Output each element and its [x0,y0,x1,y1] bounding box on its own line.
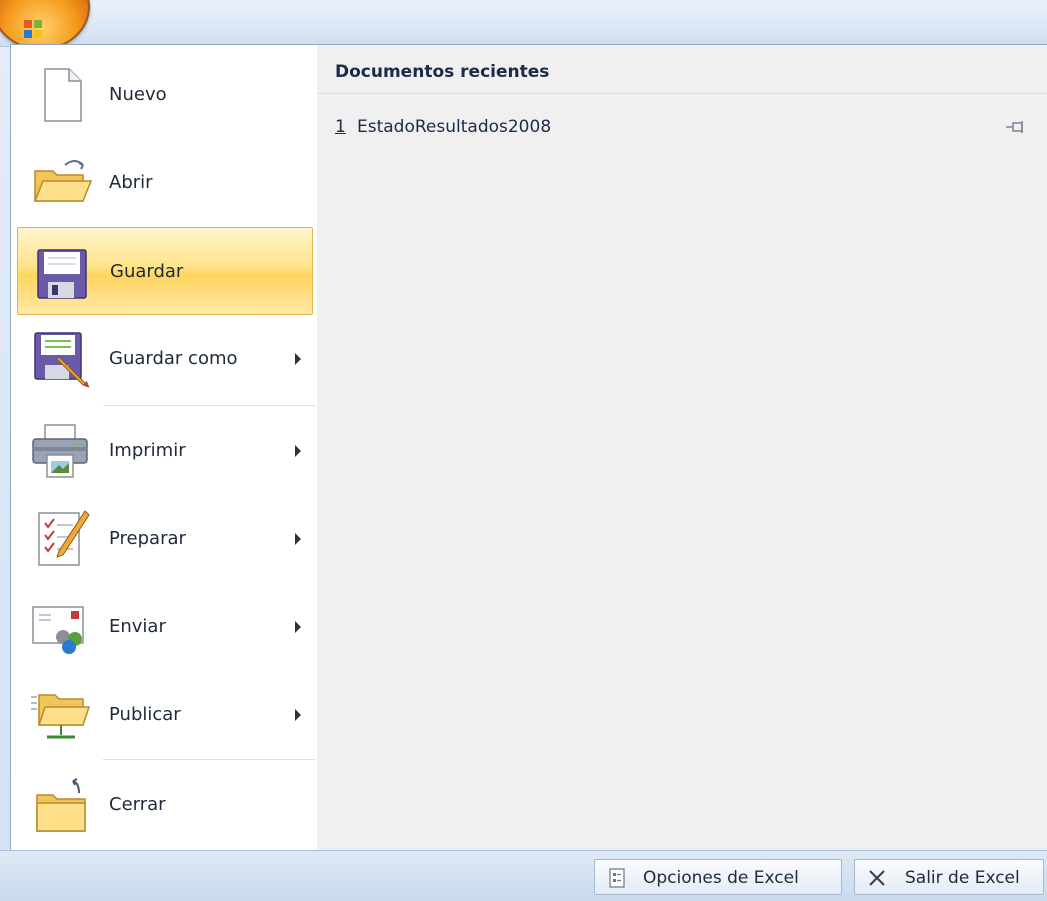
open-folder-icon [33,160,93,202]
menu-item-label: Abrir [109,172,153,193]
menu-item-label: Imprimir [109,440,186,461]
menu-item-nuevo[interactable]: Nuevo [17,51,313,139]
excel-options-button[interactable]: Opciones de Excel [594,859,842,895]
menu-item-guardar-como[interactable]: Guardar como [17,315,313,403]
exit-excel-button[interactable]: Salir de Excel [854,859,1044,895]
menu-footer-bar: Opciones de Excel Salir de Excel [0,850,1047,901]
menu-item-imprimir[interactable]: Imprimir [17,407,313,495]
recent-documents-header: Documentos recientes [317,45,1047,94]
new-document-icon [44,68,82,122]
menu-item-label: Nuevo [109,84,167,105]
menu-separator [103,759,315,760]
menu-item-guardar[interactable]: Guardar [17,227,313,315]
close-folder-icon [36,778,86,832]
menu-commands-pane: Nuevo Abrir Guardar Guardar como Imprimi… [11,45,318,851]
submenu-arrow-icon [295,621,301,633]
prepare-document-icon [38,510,90,566]
menu-item-abrir[interactable]: Abrir [17,139,313,227]
office-logo-icon [24,20,42,38]
submenu-arrow-icon [295,533,301,545]
menu-item-enviar[interactable]: Enviar [17,583,313,671]
recent-document-number: 1 [335,117,346,137]
menu-separator [103,405,315,406]
pin-icon[interactable] [1005,119,1027,135]
title-strip [0,0,1047,47]
menu-item-label: Cerrar [109,794,166,815]
office-menu-panel: Nuevo Abrir Guardar Guardar como Imprimi… [10,44,1047,852]
options-icon [609,868,625,888]
submenu-arrow-icon [295,353,301,365]
menu-item-label: Enviar [109,616,166,637]
menu-item-label: Guardar como [109,348,238,369]
recent-document-item[interactable]: 1 EstadoResultados2008 [317,109,1047,145]
menu-item-preparar[interactable]: Preparar [17,495,313,583]
publish-folder-icon [31,694,91,739]
save-as-icon [34,332,90,388]
send-icon [32,606,84,654]
submenu-arrow-icon [295,709,301,721]
menu-item-label: Publicar [109,704,181,725]
printer-icon [32,424,88,478]
menu-item-label: Preparar [109,528,186,549]
excel-options-label: Opciones de Excel [643,868,799,888]
save-floppy-icon [37,249,87,299]
menu-item-cerrar[interactable]: Cerrar [17,761,313,849]
recent-document-name: EstadoResultados2008 [357,117,552,137]
menu-item-label: Guardar [110,261,184,282]
submenu-arrow-icon [295,445,301,457]
recent-documents-pane: Documentos recientes 1 EstadoResultados2… [317,45,1047,851]
close-icon [869,870,885,886]
menu-item-publicar[interactable]: Publicar [17,671,313,759]
exit-excel-label: Salir de Excel [905,868,1020,888]
recent-documents-title: Documentos recientes [335,62,550,82]
